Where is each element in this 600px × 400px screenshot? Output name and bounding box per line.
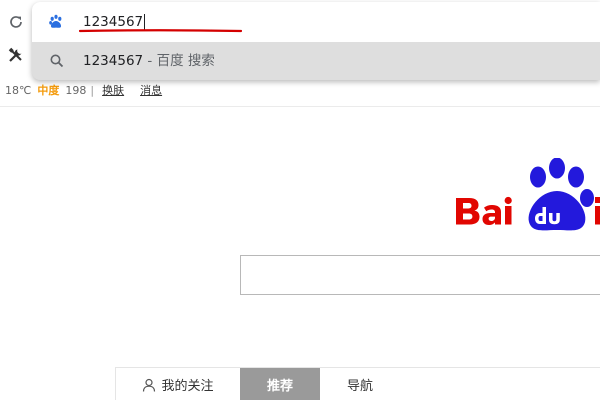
tab-navigation[interactable]: 导航 — [320, 368, 400, 400]
baidu-paw-icon — [47, 13, 65, 31]
messages-link[interactable]: 消息 — [140, 84, 162, 97]
suggestion-query: 1234567 — [83, 53, 144, 69]
tab-recommend-label: 推荐 — [266, 379, 293, 394]
baidu-logo — [452, 158, 600, 240]
address-bar[interactable]: 1234567 — [32, 2, 600, 42]
weather-bar: 18℃ 中度 198 | 换肤 消息 — [5, 83, 162, 99]
person-icon — [142, 370, 156, 392]
tab-navigation-label: 导航 — [346, 379, 373, 394]
temperature: 18℃ — [5, 84, 32, 97]
browser-window: 1234567 1234567 - 百度 搜索 18℃ 中度 198 | 换肤 消息 — [0, 0, 600, 400]
search-input[interactable] — [240, 255, 600, 295]
suggestion-item[interactable]: 1234567 - 百度 搜索 — [32, 42, 600, 80]
red-underline-annotation — [79, 29, 242, 33]
feed-tabbar: 我的关注 推荐 导航 — [115, 367, 600, 400]
header-divider — [0, 106, 600, 107]
tab-my-follow[interactable]: 我的关注 — [116, 368, 240, 400]
search-icon — [49, 53, 65, 69]
header-separator: | — [90, 84, 95, 97]
omnibox-dropdown: 1234567 1234567 - 百度 搜索 — [32, 2, 600, 80]
aqi-value: 198 — [65, 84, 87, 97]
aqi-label: 中度 — [37, 84, 60, 97]
suggestion-suffix: - 百度 搜索 — [147, 53, 215, 69]
skin-link[interactable]: 换肤 — [102, 84, 124, 97]
tab-recommend[interactable]: 推荐 — [240, 368, 320, 400]
suggestion-label: 1234567 - 百度 搜索 — [83, 52, 215, 70]
tools-icon[interactable] — [7, 46, 25, 64]
reload-icon[interactable] — [6, 12, 26, 32]
tab-my-follow-label: 我的关注 — [161, 379, 214, 394]
